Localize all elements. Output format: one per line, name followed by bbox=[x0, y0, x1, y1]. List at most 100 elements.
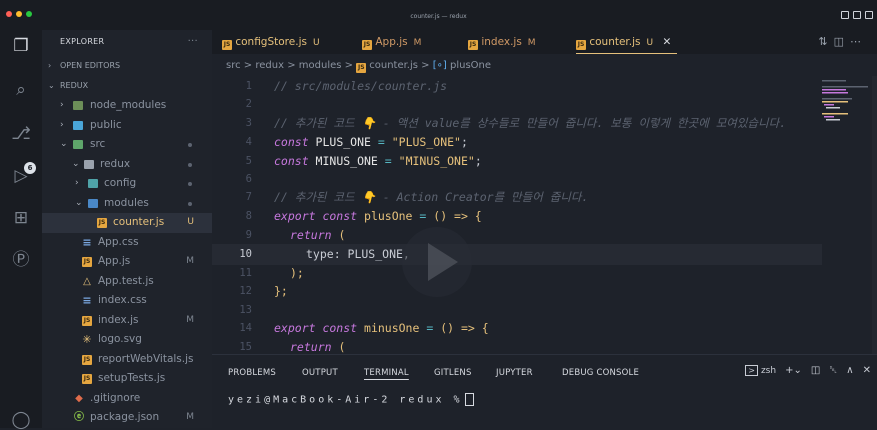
code-token: ( bbox=[331, 228, 346, 242]
breadcrumb-item[interactable]: redux bbox=[255, 60, 284, 71]
line-number: 10 bbox=[239, 248, 252, 260]
tree-item-gitignore[interactable]: ◆ .gitignore bbox=[42, 389, 212, 409]
tree-item-label: counter.js bbox=[113, 216, 165, 228]
tree-item-index-js[interactable]: JS index.js M bbox=[42, 311, 212, 331]
tree-item-label: redux bbox=[100, 157, 131, 170]
javascript-file-icon: JS bbox=[82, 354, 92, 365]
code-token: "MINUS_ONE" bbox=[391, 154, 475, 168]
tab-debug-console[interactable]: DEBUG CONSOLE bbox=[562, 355, 639, 391]
code-token: = bbox=[377, 135, 385, 149]
tree-item-logo-svg[interactable]: ✳ logo.svg bbox=[42, 330, 212, 350]
tree-item-app-js[interactable]: JS App.js M bbox=[42, 252, 212, 272]
extensions-icon[interactable]: ⊞ bbox=[11, 208, 31, 228]
tab-terminal[interactable]: TERMINAL bbox=[364, 355, 409, 391]
code-token: ; bbox=[460, 135, 468, 149]
toggle-secondary-sidebar-icon[interactable] bbox=[865, 11, 873, 19]
account-icon[interactable]: ◯ bbox=[11, 410, 31, 430]
javascript-file-icon: JS bbox=[82, 257, 92, 267]
more-actions-icon[interactable]: ⋯ bbox=[850, 35, 867, 48]
code-line: 8 export const plusOne = () => { bbox=[212, 206, 822, 227]
terminal-prompt: yezi@MacBook-Air-2 redux % bbox=[228, 394, 463, 406]
javascript-file-icon: JS bbox=[97, 218, 107, 228]
line-number: 9 bbox=[245, 229, 252, 241]
split-terminal-icon[interactable]: ◫ bbox=[811, 365, 820, 376]
tree-item-src[interactable]: ⌄ src bbox=[42, 135, 212, 155]
redux-root-section[interactable]: ⌄ REDUX bbox=[42, 76, 212, 96]
tab-gitlens[interactable]: GITLENS bbox=[434, 355, 472, 391]
tree-item-config[interactable]: › config bbox=[42, 174, 212, 194]
tree-item-app-css[interactable]: ≡ App.css bbox=[42, 233, 212, 253]
line-number: 14 bbox=[239, 322, 252, 334]
tree-item-label: App.test.js bbox=[98, 274, 154, 287]
tree-item-label: package.json bbox=[90, 411, 160, 423]
tree-item-report-web-vitals[interactable]: JS reportWebVitals.js bbox=[42, 350, 212, 370]
breadcrumb-item[interactable]: counter.js bbox=[369, 60, 418, 71]
code-token: const bbox=[274, 154, 309, 168]
modified-dot-icon bbox=[188, 201, 192, 206]
tree-item-index-css[interactable]: ≡ index.css bbox=[42, 291, 212, 311]
tab-output[interactable]: OUTPUT bbox=[302, 355, 338, 391]
tree-item-app-test-js[interactable]: △ App.test.js bbox=[42, 272, 212, 292]
breadcrumb-item[interactable]: modules bbox=[299, 60, 342, 71]
explorer-icon[interactable]: ❐ bbox=[11, 36, 31, 56]
code-text: export const minusOne = () => { bbox=[274, 318, 489, 339]
tab-problems[interactable]: PROBLEMS bbox=[228, 355, 276, 391]
terminal-output[interactable]: yezi@MacBook-Air-2 redux % bbox=[228, 393, 474, 406]
git-status: M bbox=[186, 314, 194, 325]
trash-icon[interactable]: ␡ bbox=[829, 365, 837, 376]
tree-item-package-json[interactable]: ⓔ package.json M bbox=[42, 408, 212, 428]
split-editor-icon[interactable]: ◫ bbox=[834, 35, 850, 48]
close-tab-icon[interactable]: ✕ bbox=[662, 36, 671, 48]
tab-status: M bbox=[527, 38, 536, 48]
breadcrumb-separator: > bbox=[243, 60, 253, 71]
code-token: const bbox=[274, 135, 309, 149]
explorer-sidebar: EXPLORER ··· › OPEN EDITORS ⌄ REDUX › no… bbox=[42, 30, 212, 428]
tree-item-label: config bbox=[104, 177, 137, 189]
tree-item-redux[interactable]: ⌄ redux bbox=[42, 155, 212, 175]
compare-changes-icon[interactable]: ⇅ bbox=[818, 35, 833, 48]
tree-item-setup-tests[interactable]: JS setupTests.js bbox=[42, 369, 212, 389]
more-actions-icon[interactable]: ··· bbox=[188, 30, 198, 54]
code-token: return bbox=[290, 228, 332, 242]
javascript-file-icon: JS bbox=[82, 315, 92, 326]
minimap[interactable] bbox=[818, 76, 872, 354]
line-number: 8 bbox=[245, 210, 252, 222]
folder-icon bbox=[88, 179, 98, 188]
search-icon[interactable]: ⌕ bbox=[11, 80, 31, 100]
new-terminal-icon[interactable]: +⌄ bbox=[785, 365, 802, 376]
code-line: 14 export const minusOne = () => { bbox=[212, 318, 822, 339]
breadcrumb-item[interactable]: plusOne bbox=[450, 60, 491, 71]
tree-item-modules[interactable]: ⌄ modules bbox=[42, 194, 212, 214]
maximize-panel-icon[interactable]: ∧ bbox=[846, 365, 853, 376]
tab-app-js[interactable]: JS App.js M bbox=[362, 30, 421, 54]
tree-item-public[interactable]: › public bbox=[42, 116, 212, 136]
toggle-panel-icon[interactable] bbox=[853, 11, 861, 19]
open-editors-section[interactable]: › OPEN EDITORS bbox=[42, 56, 212, 76]
javascript-file-icon: JS bbox=[362, 40, 372, 50]
chevron-right-icon: › bbox=[75, 178, 79, 188]
tab-jupyter[interactable]: JUPYTER bbox=[496, 355, 533, 391]
editor-scrollbar[interactable] bbox=[872, 76, 877, 354]
toggle-sidebar-icon[interactable] bbox=[841, 11, 849, 19]
terminal-shell-label[interactable]: zsh bbox=[761, 366, 776, 376]
code-token: minusOne bbox=[357, 321, 427, 335]
tab-config-store[interactable]: JS configStore.js U bbox=[222, 30, 320, 54]
code-text: return ( bbox=[290, 225, 345, 246]
close-panel-icon[interactable]: ✕ bbox=[863, 365, 871, 376]
code-text: // 추가된 코드 👇 - Action Creator를 만들어 줍니다. bbox=[274, 190, 589, 204]
javascript-file-icon: JS bbox=[356, 63, 367, 73]
tree-item-label: public bbox=[90, 118, 122, 131]
breadcrumb-item[interactable]: src bbox=[226, 60, 241, 71]
source-control-icon[interactable]: ⎇ bbox=[11, 124, 31, 144]
chevron-down-icon: ⌄ bbox=[48, 81, 55, 90]
tree-item-node-modules[interactable]: › node_modules bbox=[42, 96, 212, 116]
code-editor[interactable]: 1// src/modules/counter.js 2 3// 추가된 코드 … bbox=[212, 76, 822, 354]
tab-label: App.js bbox=[375, 36, 408, 48]
tab-label: counter.js bbox=[589, 36, 641, 48]
tab-index-js[interactable]: JS index.js M bbox=[468, 30, 536, 54]
run-debug-icon[interactable]: ▷ bbox=[11, 166, 31, 186]
root-folder-label: REDUX bbox=[60, 81, 89, 90]
tree-item-counter-js[interactable]: JS counter.js U bbox=[42, 213, 212, 233]
tab-counter-js[interactable]: JS counter.js U ✕ bbox=[576, 30, 678, 54]
remote-icon[interactable]: Ⓟ bbox=[11, 250, 31, 270]
